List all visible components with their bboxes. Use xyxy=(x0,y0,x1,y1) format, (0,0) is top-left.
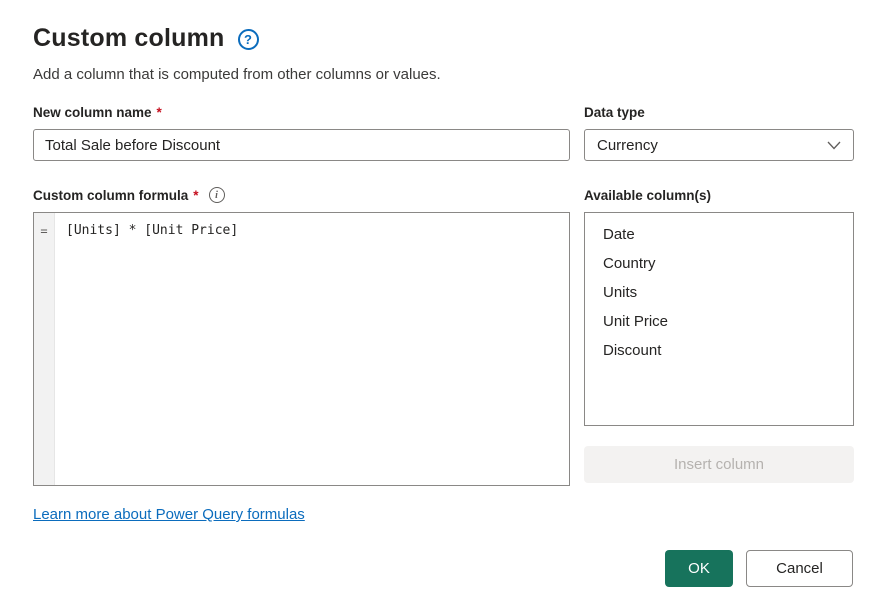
new-column-name-label: New column name * xyxy=(33,105,570,120)
custom-column-dialog: Custom column ? Add a column that is com… xyxy=(0,0,882,587)
dialog-body: New column name * Data type Currency xyxy=(33,105,853,524)
list-item[interactable]: Date xyxy=(585,220,853,249)
spacer xyxy=(584,161,854,187)
spacer xyxy=(33,161,570,187)
formula-label: Custom column formula * i xyxy=(33,187,570,203)
learn-more-cell: Learn more about Power Query formulas xyxy=(33,486,570,524)
data-type-dropdown[interactable]: Currency xyxy=(584,129,854,161)
list-item[interactable]: Units xyxy=(585,278,853,307)
help-icon[interactable]: ? xyxy=(238,29,259,50)
chevron-down-icon xyxy=(827,141,841,150)
title-row: Custom column ? xyxy=(33,24,853,53)
cancel-button[interactable]: Cancel xyxy=(746,550,853,587)
formula-editor[interactable]: = [Units] * [Unit Price] xyxy=(33,212,570,486)
ok-button[interactable]: OK xyxy=(665,550,733,587)
list-item[interactable]: Country xyxy=(585,249,853,278)
available-columns-cell: Date Country Units Unit Price Discount I… xyxy=(584,212,854,486)
list-item[interactable]: Discount xyxy=(585,336,853,365)
available-columns-label-text: Available column(s) xyxy=(584,188,711,203)
new-column-name-cell xyxy=(33,129,570,161)
required-asterisk: * xyxy=(193,188,198,203)
new-column-name-label-text: New column name xyxy=(33,105,152,120)
learn-more-link[interactable]: Learn more about Power Query formulas xyxy=(33,506,305,523)
list-item[interactable]: Unit Price xyxy=(585,307,853,336)
formula-label-text: Custom column formula xyxy=(33,188,188,203)
insert-column-button[interactable]: Insert column xyxy=(584,446,854,483)
formula-code[interactable]: [Units] * [Unit Price] xyxy=(55,213,569,485)
page-title: Custom column xyxy=(33,24,225,53)
dialog-subtitle: Add a column that is computed from other… xyxy=(33,66,853,83)
data-type-label: Data type xyxy=(584,105,854,120)
available-columns-label: Available column(s) xyxy=(584,187,854,203)
equals-sign: = xyxy=(40,224,47,485)
formula-gutter: = xyxy=(34,213,55,485)
new-column-name-input[interactable] xyxy=(33,129,570,161)
info-icon: i xyxy=(209,187,225,203)
required-asterisk: * xyxy=(157,105,162,120)
available-columns-list: Date Country Units Unit Price Discount xyxy=(584,212,854,426)
dialog-footer: OK Cancel xyxy=(33,550,853,587)
data-type-label-text: Data type xyxy=(584,105,645,120)
spacer xyxy=(584,486,854,524)
data-type-cell: Currency xyxy=(584,129,854,161)
data-type-selected-value: Currency xyxy=(597,137,658,154)
